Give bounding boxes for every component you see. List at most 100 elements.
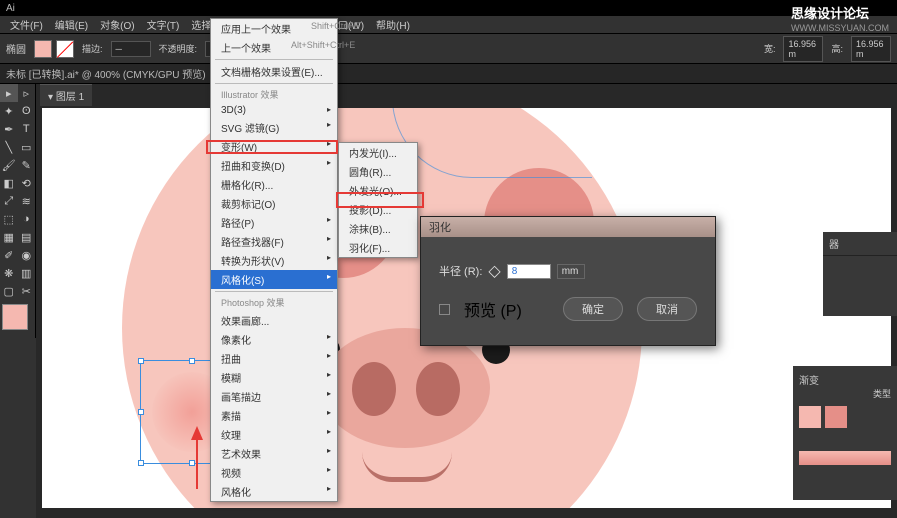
fill-color[interactable] <box>2 304 28 330</box>
scale-tool[interactable]: ⤢ <box>0 192 18 210</box>
photoshop-effects-header: Photoshop 效果 <box>211 294 337 311</box>
stylize-scribble[interactable]: 涂抹(B)... <box>339 219 417 238</box>
width-field[interactable]: 16.956 m <box>783 36 823 62</box>
dialog-title[interactable]: 羽化 <box>421 217 715 237</box>
radius-input[interactable]: 8 <box>507 264 551 279</box>
shape-builder-tool[interactable]: ◑ <box>18 210 36 228</box>
psfx-texture[interactable]: 纹理 <box>211 425 337 444</box>
psfx-video[interactable]: 视频 <box>211 463 337 482</box>
blend-tool[interactable]: ◉ <box>18 246 36 264</box>
doc-raster-settings[interactable]: 文档栅格效果设置(E)... <box>211 62 337 81</box>
preview-checkbox[interactable] <box>439 304 450 315</box>
rotate-tool[interactable]: ⟲ <box>18 174 36 192</box>
lasso-tool[interactable]: ʘ <box>18 102 36 120</box>
pencil-tool[interactable]: ✎ <box>18 156 36 174</box>
fx-warp[interactable]: 变形(W) <box>211 137 337 156</box>
artboard-tool[interactable]: ▢ <box>0 282 18 300</box>
pen-tool[interactable]: ✒ <box>0 120 18 138</box>
mesh-tool[interactable]: ▦ <box>0 228 18 246</box>
panel-tab[interactable]: 器 <box>823 232 897 256</box>
fx-3d[interactable]: 3D(3) <box>211 103 337 118</box>
stylize-round-corners[interactable]: 圆角(R)... <box>339 162 417 181</box>
menu-type[interactable]: 文字(T) <box>141 17 186 32</box>
layer-tab[interactable]: ▾ 图层 1 <box>40 84 92 106</box>
fx-cropmarks[interactable]: 裁剪标记(O) <box>211 194 337 213</box>
gradient-swatch-1[interactable] <box>799 406 821 428</box>
fx-rasterize[interactable]: 栅格化(R)... <box>211 175 337 194</box>
app-name: Ai <box>6 3 15 14</box>
slice-tool[interactable]: ✂ <box>18 282 36 300</box>
cancel-button[interactable]: 取消 <box>637 297 697 321</box>
stylize-submenu: 内发光(I)... 圆角(R)... 外发光(O)... 投影(D)... 涂抹… <box>338 142 418 258</box>
stylize-inner-glow[interactable]: 内发光(I)... <box>339 143 417 162</box>
gradient-type-label: 类型 <box>799 387 891 400</box>
fx-stylize[interactable]: 风格化(S) <box>211 270 337 289</box>
radius-label: 半径 (R): <box>439 263 482 279</box>
psfx-stylize[interactable]: 风格化 <box>211 482 337 501</box>
direct-selection-tool[interactable]: ▹ <box>18 84 36 102</box>
psfx-pixelate[interactable]: 像素化 <box>211 330 337 349</box>
gradient-bar[interactable] <box>799 451 891 465</box>
fx-convert-shape[interactable]: 转换为形状(V) <box>211 251 337 270</box>
menu-file[interactable]: 文件(F) <box>4 17 49 32</box>
graph-tool[interactable]: ▥ <box>18 264 36 282</box>
eraser-tool[interactable]: ◧ <box>0 174 18 192</box>
gradient-swatch-2[interactable] <box>825 406 847 428</box>
stylize-drop-shadow[interactable]: 投影(D)... <box>339 200 417 219</box>
stylize-feather[interactable]: 羽化(F)... <box>339 238 417 257</box>
rectangle-tool[interactable]: ▭ <box>18 138 36 156</box>
selection-type: 椭圆 <box>6 41 26 56</box>
paintbrush-tool[interactable]: 🖌 <box>0 156 18 174</box>
handle-n[interactable] <box>189 358 195 364</box>
fx-path[interactable]: 路径(P) <box>211 213 337 232</box>
psfx-distort[interactable]: 扭曲 <box>211 349 337 368</box>
effect-menu-dropdown: 应用上一个效果Shift+Ctrl+E 上一个效果Alt+Shift+Ctrl+… <box>210 18 338 502</box>
psfx-gallery[interactable]: 效果画廊... <box>211 311 337 330</box>
psfx-blur[interactable]: 模糊 <box>211 368 337 387</box>
stylize-outer-glow[interactable]: 外发光(O)... <box>339 181 417 200</box>
width-tool[interactable]: ≋ <box>18 192 36 210</box>
radius-unit[interactable]: mm <box>557 264 585 279</box>
fx-svg[interactable]: SVG 滤镜(G) <box>211 118 337 137</box>
type-tool[interactable]: T <box>18 120 36 138</box>
doc-status-bar: 未标 [已转换].ai* @ 400% (CMYK/GPU 预览) <box>0 64 897 84</box>
psfx-brush[interactable]: 画笔描边 <box>211 387 337 406</box>
toolbox: ▸▹ ✦ʘ ✒T ╲▭ 🖌✎ ◧⟲ ⤢≋ ⬚◑ ▦▤ ✐◉ ❋▥ ▢✂ <box>0 84 36 338</box>
handle-sw[interactable] <box>138 460 144 466</box>
height-field[interactable]: 16.956 m <box>851 36 891 62</box>
apply-last-effect[interactable]: 应用上一个效果Shift+Ctrl+E <box>211 19 337 38</box>
symbol-sprayer-tool[interactable]: ❋ <box>0 264 18 282</box>
right-panel-strip: 器 <box>823 232 897 316</box>
control-bar: 椭圆 描边: ─ 不透明度: 100% 样式: 宽: 16.956 m 高: 1… <box>0 34 897 64</box>
pig-nose <box>320 328 490 448</box>
handle-nw[interactable] <box>138 358 144 364</box>
feather-dialog: 羽化 半径 (R): ◇ 8 mm 预览 (P) 确定 取消 <box>420 216 716 346</box>
magic-wand-tool[interactable]: ✦ <box>0 102 18 120</box>
annotation-arrow-2 <box>182 424 212 494</box>
gradient-panel[interactable]: 渐变 类型 <box>793 366 897 500</box>
selection-tool[interactable]: ▸ <box>0 84 18 102</box>
menu-object[interactable]: 对象(O) <box>94 17 140 32</box>
last-effect[interactable]: 上一个效果Alt+Shift+Ctrl+E <box>211 38 337 57</box>
stroke-weight[interactable]: ─ <box>111 41 151 57</box>
gradient-header: 渐变 <box>799 372 891 387</box>
gradient-tool[interactable]: ▤ <box>18 228 36 246</box>
nostril-right <box>416 362 460 416</box>
fill-swatch[interactable] <box>34 40 52 58</box>
watermark-cn: 思缘设计论坛 <box>791 6 869 21</box>
line-tool[interactable]: ╲ <box>0 138 18 156</box>
fx-distort[interactable]: 扭曲和变换(D) <box>211 156 337 175</box>
eyedropper-tool[interactable]: ✐ <box>0 246 18 264</box>
stroke-label: 描边: <box>78 40 107 57</box>
ok-button[interactable]: 确定 <box>563 297 623 321</box>
psfx-sketch[interactable]: 素描 <box>211 406 337 425</box>
menu-bar: 文件(F) 编辑(E) 对象(O) 文字(T) 选择(S) 效果(C) 视图(V… <box>0 16 897 34</box>
fx-pathfinder[interactable]: 路径查找器(F) <box>211 232 337 251</box>
handle-w[interactable] <box>138 409 144 415</box>
free-transform-tool[interactable]: ⬚ <box>0 210 18 228</box>
doc-status-text: 未标 [已转换].ai* @ 400% (CMYK/GPU 预览) <box>6 66 206 81</box>
psfx-artistic[interactable]: 艺术效果 <box>211 444 337 463</box>
menu-edit[interactable]: 编辑(E) <box>49 17 94 32</box>
stroke-swatch[interactable] <box>56 40 74 58</box>
menu-help[interactable]: 帮助(H) <box>370 17 416 32</box>
